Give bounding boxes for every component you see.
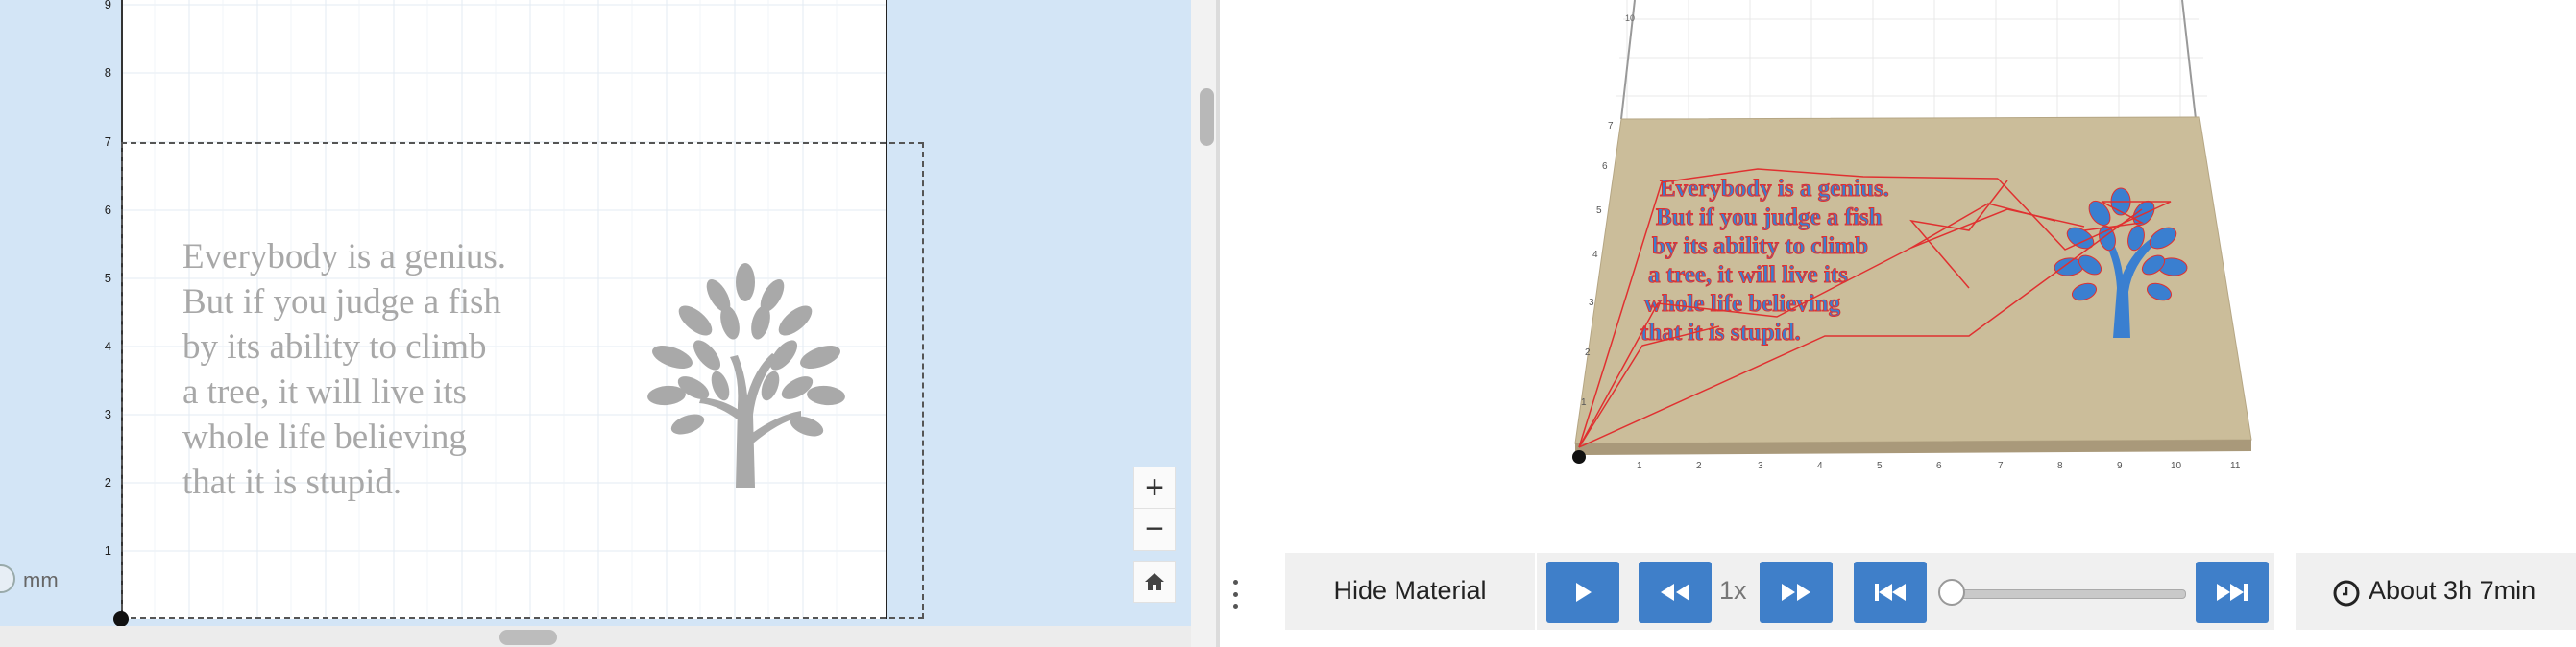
skip-to-end-button[interactable] [2196, 562, 2269, 623]
preview-y-label: 1 [1581, 397, 1587, 408]
reset-view-button[interactable] [1133, 561, 1176, 603]
preview-y-label: 2 [1585, 347, 1591, 358]
home-icon [1145, 573, 1164, 590]
preview-y-label: 4 [1592, 250, 1598, 260]
fast-forward-button[interactable] [1760, 562, 1833, 623]
preview-x-label: 5 [1877, 461, 1883, 471]
preview-y-label: 3 [1589, 298, 1594, 308]
time-estimate-label: About 3h 7min [2369, 576, 2537, 605]
vertical-scroll-thumb[interactable] [1200, 88, 1214, 146]
preview-x-label: 2 [1696, 461, 1702, 471]
3d-preview-scene: 10 1 2 3 4 5 6 7 1 2 3 4 5 6 7 8 9 10 11 [1572, 0, 2252, 471]
y-axis-label: 4 [104, 339, 111, 353]
svg-text:that it is stupid.: that it is stupid. [1640, 320, 1801, 346]
preview-top-label: 10 [1625, 13, 1635, 23]
y-axis-label: 2 [104, 475, 111, 490]
play-button[interactable] [1546, 562, 1619, 623]
y-axis-label: 1 [104, 543, 111, 558]
preview-x-label: 11 [2230, 461, 2241, 471]
progress-slider-knob[interactable] [1938, 579, 1965, 606]
progress-slider-track[interactable] [1950, 589, 2186, 599]
y-axis-label: 9 [104, 0, 111, 12]
y-axis-label: 7 [104, 134, 111, 149]
preview-x-label: 7 [1998, 461, 2004, 471]
svg-text:a tree, it will live its: a tree, it will live its [1648, 262, 1848, 288]
y-axis-label: 5 [104, 271, 111, 285]
quote-line: whole life believing [182, 418, 467, 457]
clock-icon [2333, 580, 2360, 607]
rewind-button[interactable] [1639, 562, 1712, 623]
play-icon [1576, 583, 1592, 602]
skip-to-start-button[interactable] [1854, 562, 1927, 623]
quote-line: that it is stupid. [182, 463, 402, 502]
preview-y-label: 5 [1596, 205, 1602, 216]
fast-forward-icon [1782, 584, 1810, 601]
preview-x-label: 3 [1758, 461, 1763, 471]
svg-text:by its ability to climb: by its ability to climb [1652, 233, 1868, 259]
unit-label: mm [23, 568, 59, 592]
quote-text[interactable]: Everybody is a genius. But if you judge … [182, 234, 506, 505]
panel-divider[interactable] [1216, 0, 1220, 647]
svg-text:But if you judge a fish: But if you judge a fish [1656, 204, 1883, 230]
y-axis-label: 3 [104, 407, 111, 421]
skip-to-start-icon [1875, 584, 1906, 601]
y-axis-label: 6 [104, 203, 111, 217]
tree-icon[interactable] [638, 261, 855, 491]
quote-line: But if you judge a fish [182, 282, 501, 322]
zoom-controls: + − [1133, 467, 1176, 551]
preview-viewport[interactable]: 10 1 2 3 4 5 6 7 1 2 3 4 5 6 7 8 9 10 11 [1239, 0, 2576, 518]
skip-to-end-icon [2217, 584, 2248, 601]
y-axis-label: 8 [104, 65, 111, 80]
preview-x-label: 1 [1637, 461, 1642, 471]
origin-marker [113, 611, 129, 627]
preview-y-label: 7 [1608, 121, 1614, 132]
horizontal-scrollbar[interactable] [0, 626, 1191, 647]
preview-origin-marker [1572, 450, 1586, 464]
preview-x-label: 10 [2171, 461, 2182, 471]
zoom-in-button[interactable]: + [1134, 467, 1175, 508]
preview-x-label: 6 [1936, 461, 1942, 471]
quote-line: Everybody is a genius. [182, 237, 507, 276]
quote-line: a tree, it will live its [182, 372, 467, 412]
preview-x-label: 9 [2117, 461, 2123, 471]
hide-material-label: Hide Material [1333, 576, 1487, 605]
quote-line: by its ability to climb [182, 327, 487, 367]
svg-text:Everybody is a genius.: Everybody is a genius. [1660, 176, 1889, 202]
speed-label[interactable]: 1x [1719, 576, 1747, 606]
preview-x-label: 8 [2057, 461, 2063, 471]
horizontal-scroll-thumb[interactable] [499, 630, 557, 645]
preview-y-label: 6 [1602, 161, 1608, 172]
drag-handle-icon[interactable] [1231, 580, 1239, 609]
rewind-icon [1661, 584, 1689, 601]
preview-x-label: 4 [1817, 461, 1823, 471]
zoom-out-button[interactable]: − [1134, 508, 1175, 549]
